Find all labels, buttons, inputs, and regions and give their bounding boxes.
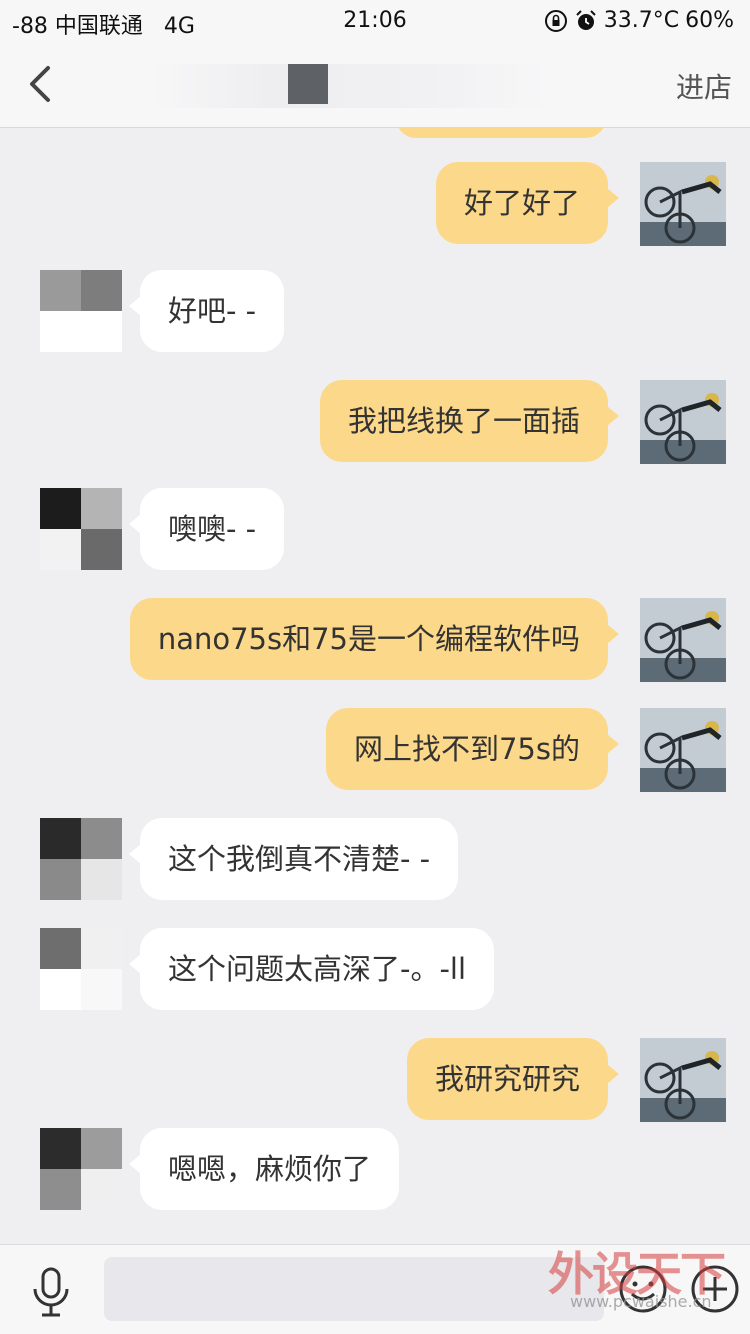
temperature-label: 33.7°C [603,8,680,33]
back-arrow-icon[interactable] [22,62,62,106]
partial-message-bubble [396,128,606,138]
message-row: nano75s和75是一个编程软件吗 [129,598,726,682]
nav-bar: 进店 [0,44,750,128]
message-row: 网上找不到75s的 [325,708,726,792]
store-button[interactable]: 进店 [676,66,732,106]
my-avatar[interactable] [640,162,726,246]
message-row: 这个问题太高深了-。-ll [24,928,495,1010]
contact-avatar[interactable] [40,488,122,570]
rotation-lock-icon [544,9,567,32]
chat-area[interactable]: 好了好了 好吧- - 我把线换了一面插 噢噢- - nano75s和75是一个编… [0,128,750,1244]
status-right: 33.7°C 60% [544,8,734,33]
contact-avatar[interactable] [40,928,122,1010]
redacted-title-block [288,64,328,104]
message-bubble[interactable]: 我研究研究 [406,1038,620,1120]
contact-avatar[interactable] [40,818,122,900]
message-input[interactable] [104,1257,604,1321]
status-bar: -88 中国联通 4G 21:06 33.7°C 60% [0,0,750,44]
message-row: 我研究研究 [406,1038,726,1122]
message-bubble[interactable]: 好了好了 [435,162,620,244]
alarm-icon [576,9,596,30]
message-bubble[interactable]: 这个问题太高深了-。-ll [128,928,495,1010]
message-row: 好吧- - [24,270,285,352]
message-row: 嗯嗯，麻烦你了 [24,1128,400,1210]
my-avatar[interactable] [640,598,726,682]
message-row: 好了好了 [435,162,726,246]
my-avatar[interactable] [640,1038,726,1122]
my-avatar[interactable] [640,380,726,464]
message-row: 这个我倒真不清楚- - [24,818,459,900]
message-bubble[interactable]: 这个我倒真不清楚- - [128,818,459,900]
message-bubble[interactable]: 嗯嗯，麻烦你了 [128,1128,400,1210]
contact-avatar[interactable] [40,1128,122,1210]
microphone-icon[interactable] [26,1265,76,1319]
contact-avatar[interactable] [40,270,122,352]
redacted-title [150,64,550,108]
my-avatar[interactable] [640,708,726,792]
message-row: 噢噢- - [24,488,285,570]
battery-label: 60% [685,8,734,33]
message-bubble[interactable]: 好吧- - [128,270,285,352]
watermark-url: www.pcwaishe.cn [570,1292,712,1311]
message-row: 我把线换了一面插 [319,380,726,464]
message-bubble[interactable]: 我把线换了一面插 [319,380,620,462]
message-bubble[interactable]: nano75s和75是一个编程软件吗 [129,598,620,680]
message-bubble[interactable]: 噢噢- - [128,488,285,570]
message-bubble[interactable]: 网上找不到75s的 [325,708,620,790]
